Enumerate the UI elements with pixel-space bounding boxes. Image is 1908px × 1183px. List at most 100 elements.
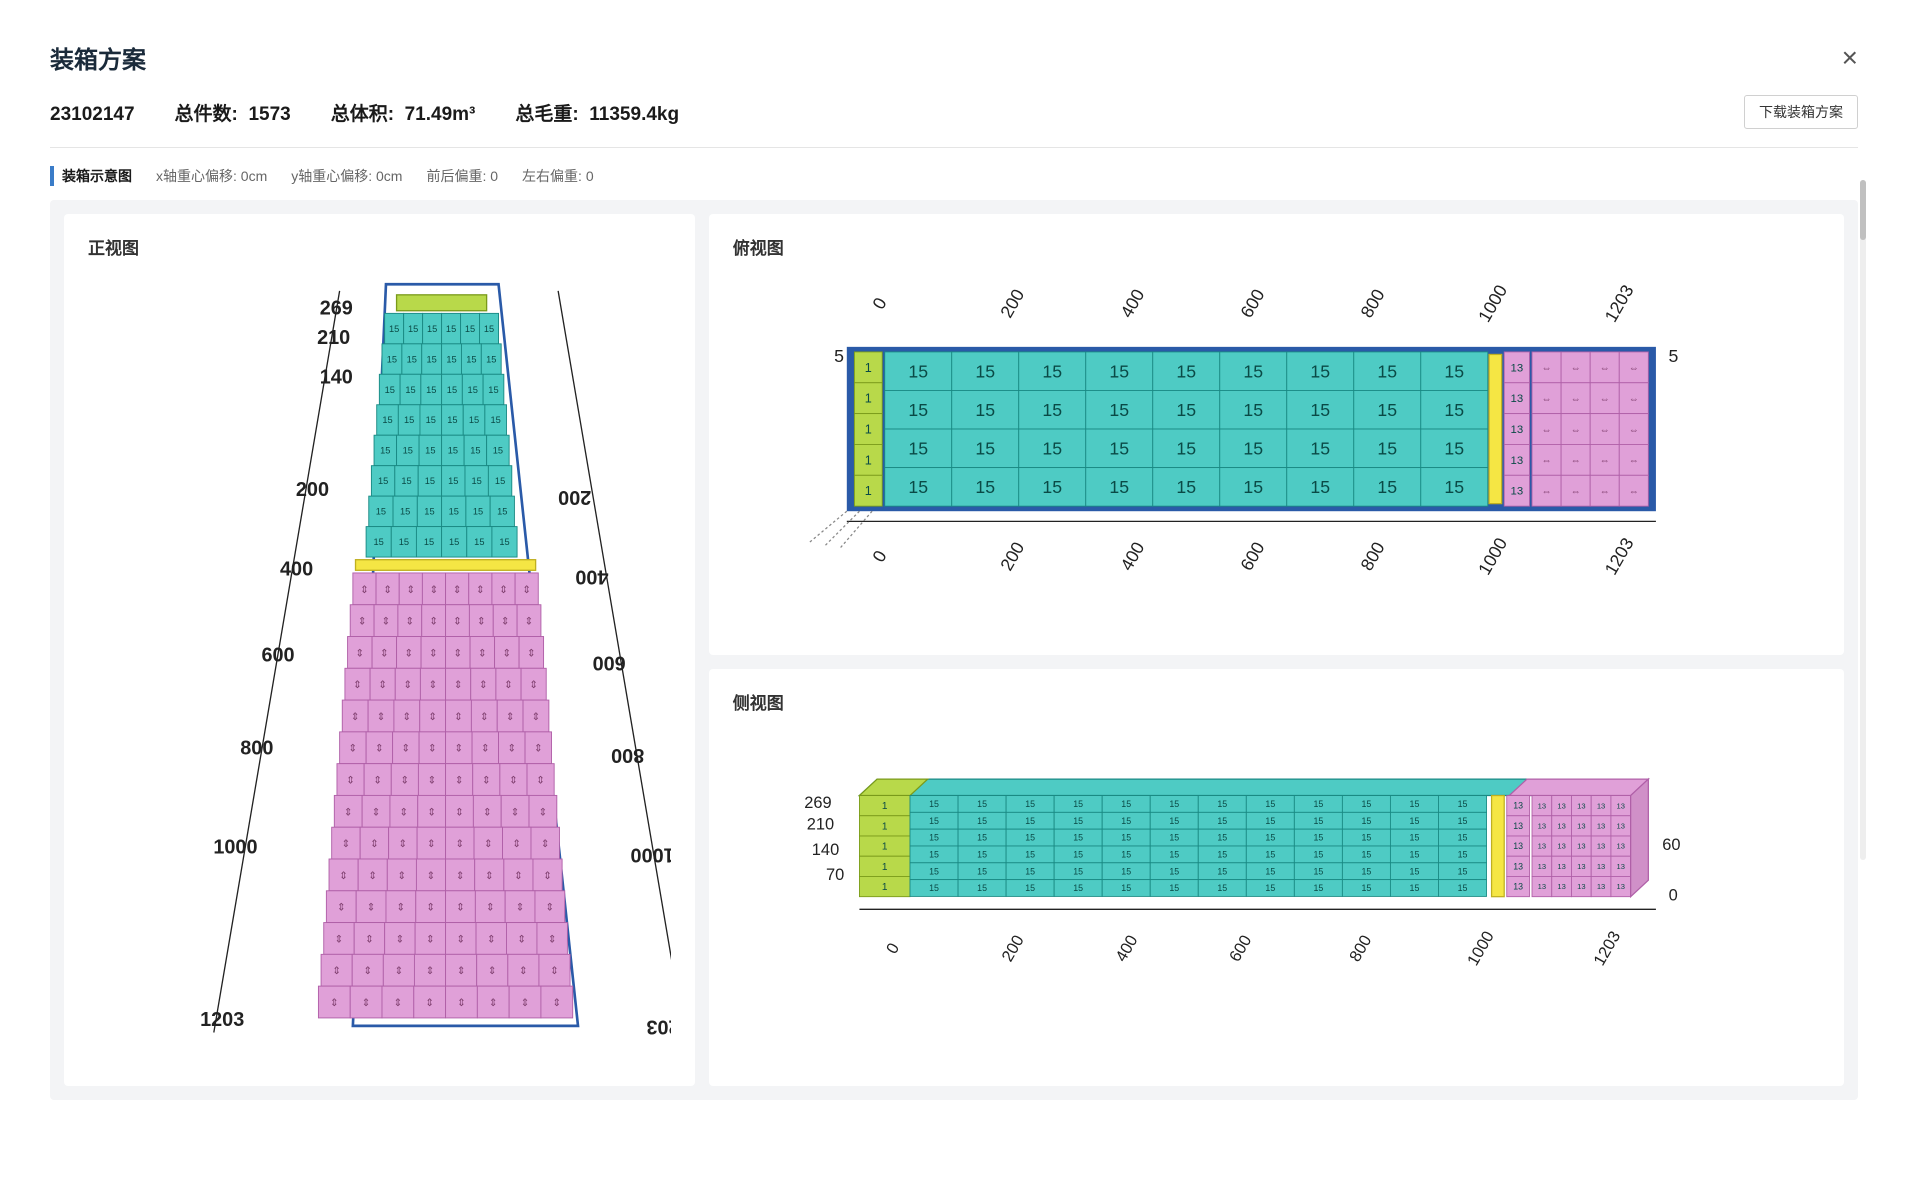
svg-text:5: 5 <box>834 346 844 366</box>
svg-text:15: 15 <box>1243 439 1263 459</box>
svg-text:15: 15 <box>975 361 995 381</box>
svg-text:15: 15 <box>425 446 435 456</box>
svg-text:15: 15 <box>448 446 458 456</box>
svg-text:15: 15 <box>1025 884 1035 894</box>
svg-text:15: 15 <box>1361 867 1371 877</box>
svg-text:⇕: ⇕ <box>455 806 464 818</box>
svg-text:15: 15 <box>446 354 456 364</box>
svg-text:⇕: ⇕ <box>398 838 407 850</box>
svg-text:15: 15 <box>1169 867 1179 877</box>
svg-text:15: 15 <box>404 415 414 425</box>
svg-text:⇕: ⇕ <box>453 616 462 628</box>
scrollbar[interactable] <box>1860 180 1866 860</box>
svg-text:15: 15 <box>1042 361 1062 381</box>
front-view-title: 正视图 <box>88 234 671 259</box>
download-button[interactable]: 下载装箱方案 <box>1744 95 1858 129</box>
svg-text:15: 15 <box>1444 361 1464 381</box>
svg-text:13: 13 <box>1616 822 1624 831</box>
svg-text:15: 15 <box>1042 477 1062 497</box>
svg-text:⇕: ⇕ <box>395 933 404 945</box>
svg-text:13: 13 <box>1577 842 1585 851</box>
svg-text:⇕: ⇕ <box>479 679 488 691</box>
svg-text:15: 15 <box>1409 799 1419 809</box>
svg-text:13: 13 <box>1537 842 1545 851</box>
svg-text:15: 15 <box>374 537 384 547</box>
svg-text:15: 15 <box>382 415 392 425</box>
svg-text:13: 13 <box>1616 842 1624 851</box>
svg-text:⇕: ⇕ <box>368 870 377 882</box>
svg-text:60: 60 <box>1662 836 1680 854</box>
svg-text:⇕: ⇕ <box>380 647 389 659</box>
svg-text:15: 15 <box>497 507 507 517</box>
svg-text:15: 15 <box>929 833 939 843</box>
svg-text:15: 15 <box>1042 400 1062 420</box>
svg-text:15: 15 <box>1073 867 1083 877</box>
svg-text:600: 600 <box>1236 285 1268 321</box>
svg-text:⇕: ⇕ <box>373 775 382 787</box>
svg-text:⇕: ⇕ <box>527 647 536 659</box>
side-view-panel: 侧视图 269 210 140 70 60 0 11111 1515151515… <box>709 669 1844 1085</box>
svg-text:15: 15 <box>977 816 987 826</box>
svg-text:15: 15 <box>1243 477 1263 497</box>
close-button[interactable]: × <box>1842 42 1858 74</box>
svg-text:15: 15 <box>1169 850 1179 860</box>
svg-text:⇕: ⇕ <box>501 616 510 628</box>
svg-text:15: 15 <box>977 833 987 843</box>
svg-text:15: 15 <box>1409 833 1419 843</box>
svg-text:⇕: ⇕ <box>348 743 357 755</box>
svg-text:13: 13 <box>1510 362 1523 374</box>
svg-text:⇕: ⇕ <box>406 584 415 596</box>
svg-text:15: 15 <box>446 324 456 334</box>
svg-text:⇕: ⇕ <box>426 902 435 914</box>
svg-text:15: 15 <box>469 415 479 425</box>
svg-text:15: 15 <box>1457 816 1467 826</box>
svg-text:⇕: ⇕ <box>487 933 496 945</box>
svg-text:⇕: ⇕ <box>455 775 464 787</box>
svg-text:15: 15 <box>1109 361 1129 381</box>
svg-text:13: 13 <box>1577 862 1585 871</box>
svg-text:15: 15 <box>389 324 399 334</box>
svg-text:15: 15 <box>1073 816 1083 826</box>
svg-text:13: 13 <box>1597 802 1605 811</box>
svg-text:⇔: ⇔ <box>1628 456 1638 467</box>
svg-text:13: 13 <box>1557 883 1565 892</box>
svg-text:15: 15 <box>427 354 437 364</box>
svg-text:⇕: ⇕ <box>428 775 437 787</box>
svg-text:⇕: ⇕ <box>484 838 493 850</box>
svg-text:1000: 1000 <box>1474 281 1511 325</box>
svg-text:140: 140 <box>812 841 839 859</box>
svg-text:⇕: ⇕ <box>480 711 489 723</box>
svg-text:15: 15 <box>1169 816 1179 826</box>
scrollbar-thumb[interactable] <box>1860 180 1866 240</box>
svg-text:15: 15 <box>1444 400 1464 420</box>
svg-text:13: 13 <box>1597 862 1605 871</box>
svg-text:15: 15 <box>1176 439 1196 459</box>
svg-text:15: 15 <box>977 867 987 877</box>
svg-text:⇔: ⇔ <box>1599 425 1609 436</box>
svg-text:15: 15 <box>929 799 939 809</box>
svg-text:⇕: ⇕ <box>525 616 534 628</box>
svg-text:⇕: ⇕ <box>346 775 355 787</box>
svg-text:⇕: ⇕ <box>453 647 462 659</box>
svg-text:⇕: ⇕ <box>382 616 391 628</box>
svg-text:15: 15 <box>403 446 413 456</box>
svg-text:⇕: ⇕ <box>545 902 554 914</box>
svg-text:15: 15 <box>380 446 390 456</box>
svg-text:⇕: ⇕ <box>396 902 405 914</box>
svg-text:⇔: ⇔ <box>1541 487 1551 498</box>
svg-text:15: 15 <box>447 385 457 395</box>
svg-text:⇕: ⇕ <box>351 711 360 723</box>
svg-text:15: 15 <box>1121 816 1131 826</box>
svg-text:15: 15 <box>1121 867 1131 877</box>
svg-text:15: 15 <box>466 354 476 364</box>
svg-text:15: 15 <box>448 476 458 486</box>
svg-text:15: 15 <box>1025 867 1035 877</box>
svg-text:13: 13 <box>1597 822 1605 831</box>
svg-text:⇕: ⇕ <box>486 902 495 914</box>
svg-text:⇕: ⇕ <box>509 775 518 787</box>
svg-text:15: 15 <box>1217 867 1227 877</box>
svg-text:15: 15 <box>399 537 409 547</box>
svg-text:13: 13 <box>1577 802 1585 811</box>
svg-text:15: 15 <box>1313 816 1323 826</box>
svg-text:15: 15 <box>1265 850 1275 860</box>
